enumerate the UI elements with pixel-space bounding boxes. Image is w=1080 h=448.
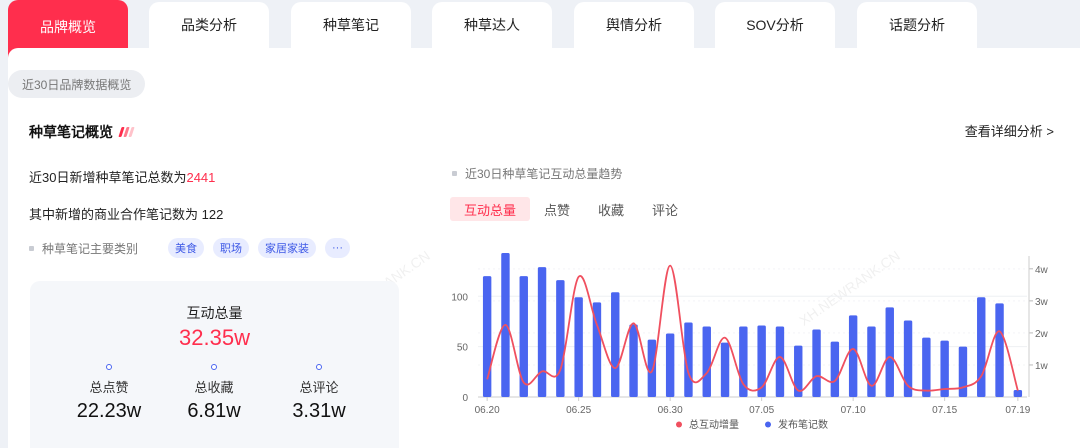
metric-tab-collects[interactable]: 收藏 [584, 197, 638, 221]
y-tick-label: 100 [451, 292, 468, 303]
collects-label: 总收藏 [194, 380, 234, 395]
y2-tick-label: 4w [1035, 265, 1049, 276]
x-tick-label: 07.15 [932, 405, 957, 416]
bar [574, 297, 583, 397]
bar [1013, 389, 1023, 397]
x-tick-label: 06.30 [658, 405, 683, 416]
bar [958, 346, 968, 397]
tab-topic-analysis[interactable]: 话题分析 [857, 2, 977, 48]
metric-tab-total[interactable]: 互动总量 [450, 197, 531, 221]
y2-tick-label: 1w [1035, 361, 1049, 372]
tab-seeding-influencers[interactable]: 种草达人 [432, 2, 552, 48]
metric-tabs: 互动总量 点赞 收藏 评论 [450, 197, 692, 221]
bar [519, 276, 528, 397]
bar [537, 267, 547, 397]
bar [922, 337, 931, 397]
bar [812, 329, 821, 397]
total-interactions-value: 32.35w [179, 325, 250, 350]
likes-label: 总点赞 [89, 380, 129, 395]
y-tick-label: 50 [457, 343, 469, 354]
x-tick-label: 07.05 [749, 405, 774, 416]
tab-category-analysis[interactable]: 品类分析 [149, 2, 269, 48]
chart-title-text: 近30日种草笔记互动总量趋势 [465, 167, 623, 181]
slash-decoration-icon [118, 127, 135, 137]
bar [611, 292, 620, 397]
category-more-button[interactable]: ··· [325, 238, 351, 258]
bullet-icon [29, 245, 34, 251]
bar [775, 326, 785, 397]
metric-tab-comments[interactable]: 评论 [638, 197, 692, 221]
x-tick-label: 07.19 [1005, 405, 1030, 416]
metric-tab-likes[interactable]: 点赞 [530, 197, 584, 221]
tab-seeding-notes[interactable]: 种草笔记 [291, 2, 411, 48]
bullet-icon [452, 171, 457, 176]
y2-tick-label: 3w [1035, 297, 1049, 308]
note-categories: 种草笔记主要类别 美食 职场 家居家装 ··· [29, 238, 359, 258]
bar [647, 339, 657, 397]
category-tag-food[interactable]: 美食 [168, 238, 205, 258]
chart-title: 近30日种草笔记互动总量趋势 [452, 165, 622, 182]
comments-label: 总评论 [299, 380, 339, 395]
category-tag-home[interactable]: 家居家装 [258, 238, 317, 258]
dot-icon [211, 364, 217, 370]
top-tab-bar: 品牌概览 品类分析 种草笔记 种草达人 舆情分析 SOV分析 话题分析 [0, 0, 1080, 60]
new-notes-prefix: 近30日新增种草笔记总数为 [29, 170, 187, 185]
legend-label-notes: 发布笔记数 [778, 418, 828, 431]
bar [848, 315, 858, 397]
comments-value: 3.31w [292, 400, 346, 422]
tab-sentiment-analysis[interactable]: 舆情分析 [574, 2, 694, 48]
x-tick-label: 06.25 [566, 405, 591, 416]
new-notes-count: 2441 [186, 170, 216, 185]
bar [629, 324, 638, 397]
y-tick-label: 0 [462, 393, 468, 404]
period-pill: 近30日品牌数据概览 [8, 70, 146, 98]
legend-line-marker [676, 421, 682, 428]
bar [885, 307, 894, 397]
total-interactions-label: 互动总量 [186, 305, 243, 321]
bar [995, 303, 1004, 397]
section-title-text: 种草笔记概览 [29, 124, 113, 140]
interaction-stats-card: 互动总量 32.35w 总点赞 总收藏 总评论 22.23w 6.81w 3.3… [30, 281, 399, 448]
bar [830, 341, 840, 397]
collects-value: 6.81w [187, 400, 241, 422]
bar [665, 333, 675, 397]
new-notes-summary: 近30日新增种草笔记总数为2441 [29, 167, 215, 186]
dot-icon [106, 364, 112, 370]
bar [720, 342, 730, 397]
likes-value: 22.23w [76, 400, 142, 422]
dot-icon [316, 364, 322, 370]
legend-label-interaction: 总互动增量 [689, 418, 739, 431]
view-detail-link[interactable]: 查看详细分析 > [965, 121, 1054, 140]
bar [977, 297, 986, 397]
x-tick-label: 07.10 [841, 405, 866, 416]
tab-sov-analysis[interactable]: SOV分析 [715, 2, 835, 48]
bar [556, 280, 565, 397]
legend-bar-marker [765, 421, 771, 428]
interaction-trend-chart: 0 50 100 1w 2w 3w 4w 06.20 06.25 06.30 07.05 07.10 0… [451, 252, 1049, 431]
section-title: 种草笔记概览 [29, 122, 135, 142]
commercial-notes-summary: 其中新增的商业合作笔记数为 122 [29, 207, 224, 222]
category-tag-workplace[interactable]: 职场 [213, 238, 250, 258]
categories-label: 种草笔记主要类别 [42, 241, 139, 256]
y2-tick-label: 2w [1035, 329, 1049, 340]
interaction-line [486, 264, 1019, 392]
x-tick-label: 06.20 [475, 405, 500, 416]
bar [794, 345, 803, 397]
bar [702, 326, 711, 397]
